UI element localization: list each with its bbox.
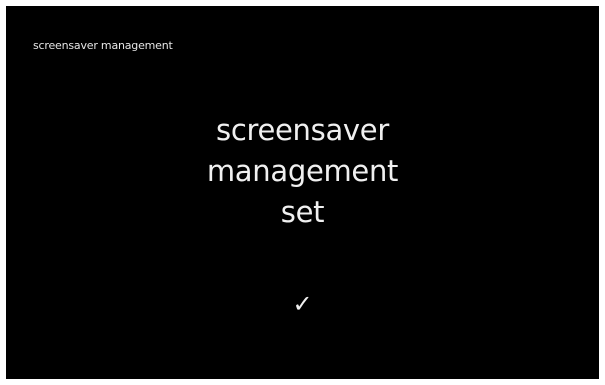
page-title: screensaver management [33, 39, 173, 52]
screen: screensaver management screensaver manag… [6, 6, 599, 379]
status-message-line-2: management [206, 154, 399, 188]
status-message-line-1: screensaver [216, 113, 389, 147]
status-message-line-3: set [280, 195, 325, 229]
checkmark-icon: ✓ [292, 290, 313, 318]
status-message: screensaver management set [6, 110, 599, 233]
